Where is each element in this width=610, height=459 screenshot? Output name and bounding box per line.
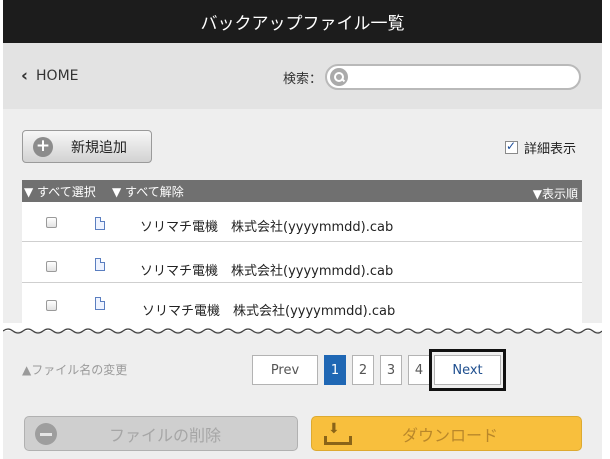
pagination-page-1[interactable]: 1 — [324, 355, 346, 385]
search-box[interactable] — [325, 64, 581, 90]
next-highlight-frame — [429, 349, 506, 391]
chevron-left-icon: ‹ — [21, 66, 29, 86]
file-row[interactable]: ソリマチ電機 株式会社(yyyymmdd).cab — [22, 284, 582, 324]
home-link[interactable]: ‹ HOME — [21, 66, 79, 86]
row-checkbox[interactable] — [46, 217, 57, 228]
row-checkbox[interactable] — [46, 261, 57, 272]
select-all-link[interactable]: ▼ すべて選択 — [24, 183, 96, 200]
pagination-prev[interactable]: Prev — [252, 355, 318, 385]
delete-file-button[interactable]: ファイルの削除 — [24, 416, 298, 451]
navigation-bar: ‹ HOME 検索： — [3, 43, 602, 109]
delete-file-label: ファイルの削除 — [109, 425, 222, 445]
file-name: ソリマチ電機 株式会社(yyyymmdd).cab — [140, 220, 394, 235]
file-name: ソリマチ電機 株式会社(yyyymmdd).cab — [142, 304, 396, 319]
download-button[interactable]: ダウンロード — [311, 416, 582, 451]
plus-icon: + — [33, 136, 53, 157]
file-row[interactable]: ソリマチ電機 株式会社(yyyymmdd).cab — [22, 202, 582, 242]
pagination-page-3[interactable]: 3 — [380, 355, 402, 385]
document-icon — [95, 258, 105, 271]
list-header: ▼ すべて選択 ▼ すべて解除 ▼表示順 — [22, 180, 582, 202]
search-label: 検索： — [283, 72, 323, 87]
download-label: ダウンロード — [402, 425, 499, 445]
file-name: ソリマチ電機 株式会社(yyyymmdd).cab — [140, 264, 394, 279]
detail-view-checkbox[interactable] — [505, 139, 518, 154]
document-icon — [95, 217, 105, 230]
file-row[interactable]: ソリマチ電機 株式会社(yyyymmdd).cab — [22, 243, 582, 283]
pagination-page-4[interactable]: 4 — [408, 355, 430, 385]
deselect-all-link[interactable]: ▼ すべて解除 — [112, 183, 184, 200]
page-title-bar: バックアップファイル一覧 — [3, 0, 602, 43]
download-icon — [324, 421, 352, 445]
search-input[interactable] — [351, 67, 577, 87]
home-label: HOME — [36, 68, 79, 84]
page-title: バックアップファイル一覧 — [200, 14, 405, 34]
add-new-button[interactable]: + 新規追加 — [22, 130, 152, 163]
add-new-label: 新規追加 — [71, 139, 127, 156]
detail-view-label: 詳細表示 — [524, 142, 577, 157]
torn-edge-divider — [3, 323, 602, 334]
rename-file-link[interactable]: ▲ファイル名の変更 — [22, 361, 127, 378]
search-icon — [330, 68, 348, 86]
sort-order-link[interactable]: ▼表示順 — [533, 185, 578, 202]
file-list: ソリマチ電機 株式会社(yyyymmdd).cab ソリマチ電機 株式会社(yy… — [22, 202, 582, 324]
row-checkbox[interactable] — [46, 300, 57, 311]
pagination-page-2[interactable]: 2 — [352, 355, 374, 385]
detail-view-toggle[interactable]: 詳細表示 — [505, 138, 576, 157]
document-icon — [95, 297, 105, 310]
minus-icon — [35, 422, 57, 445]
